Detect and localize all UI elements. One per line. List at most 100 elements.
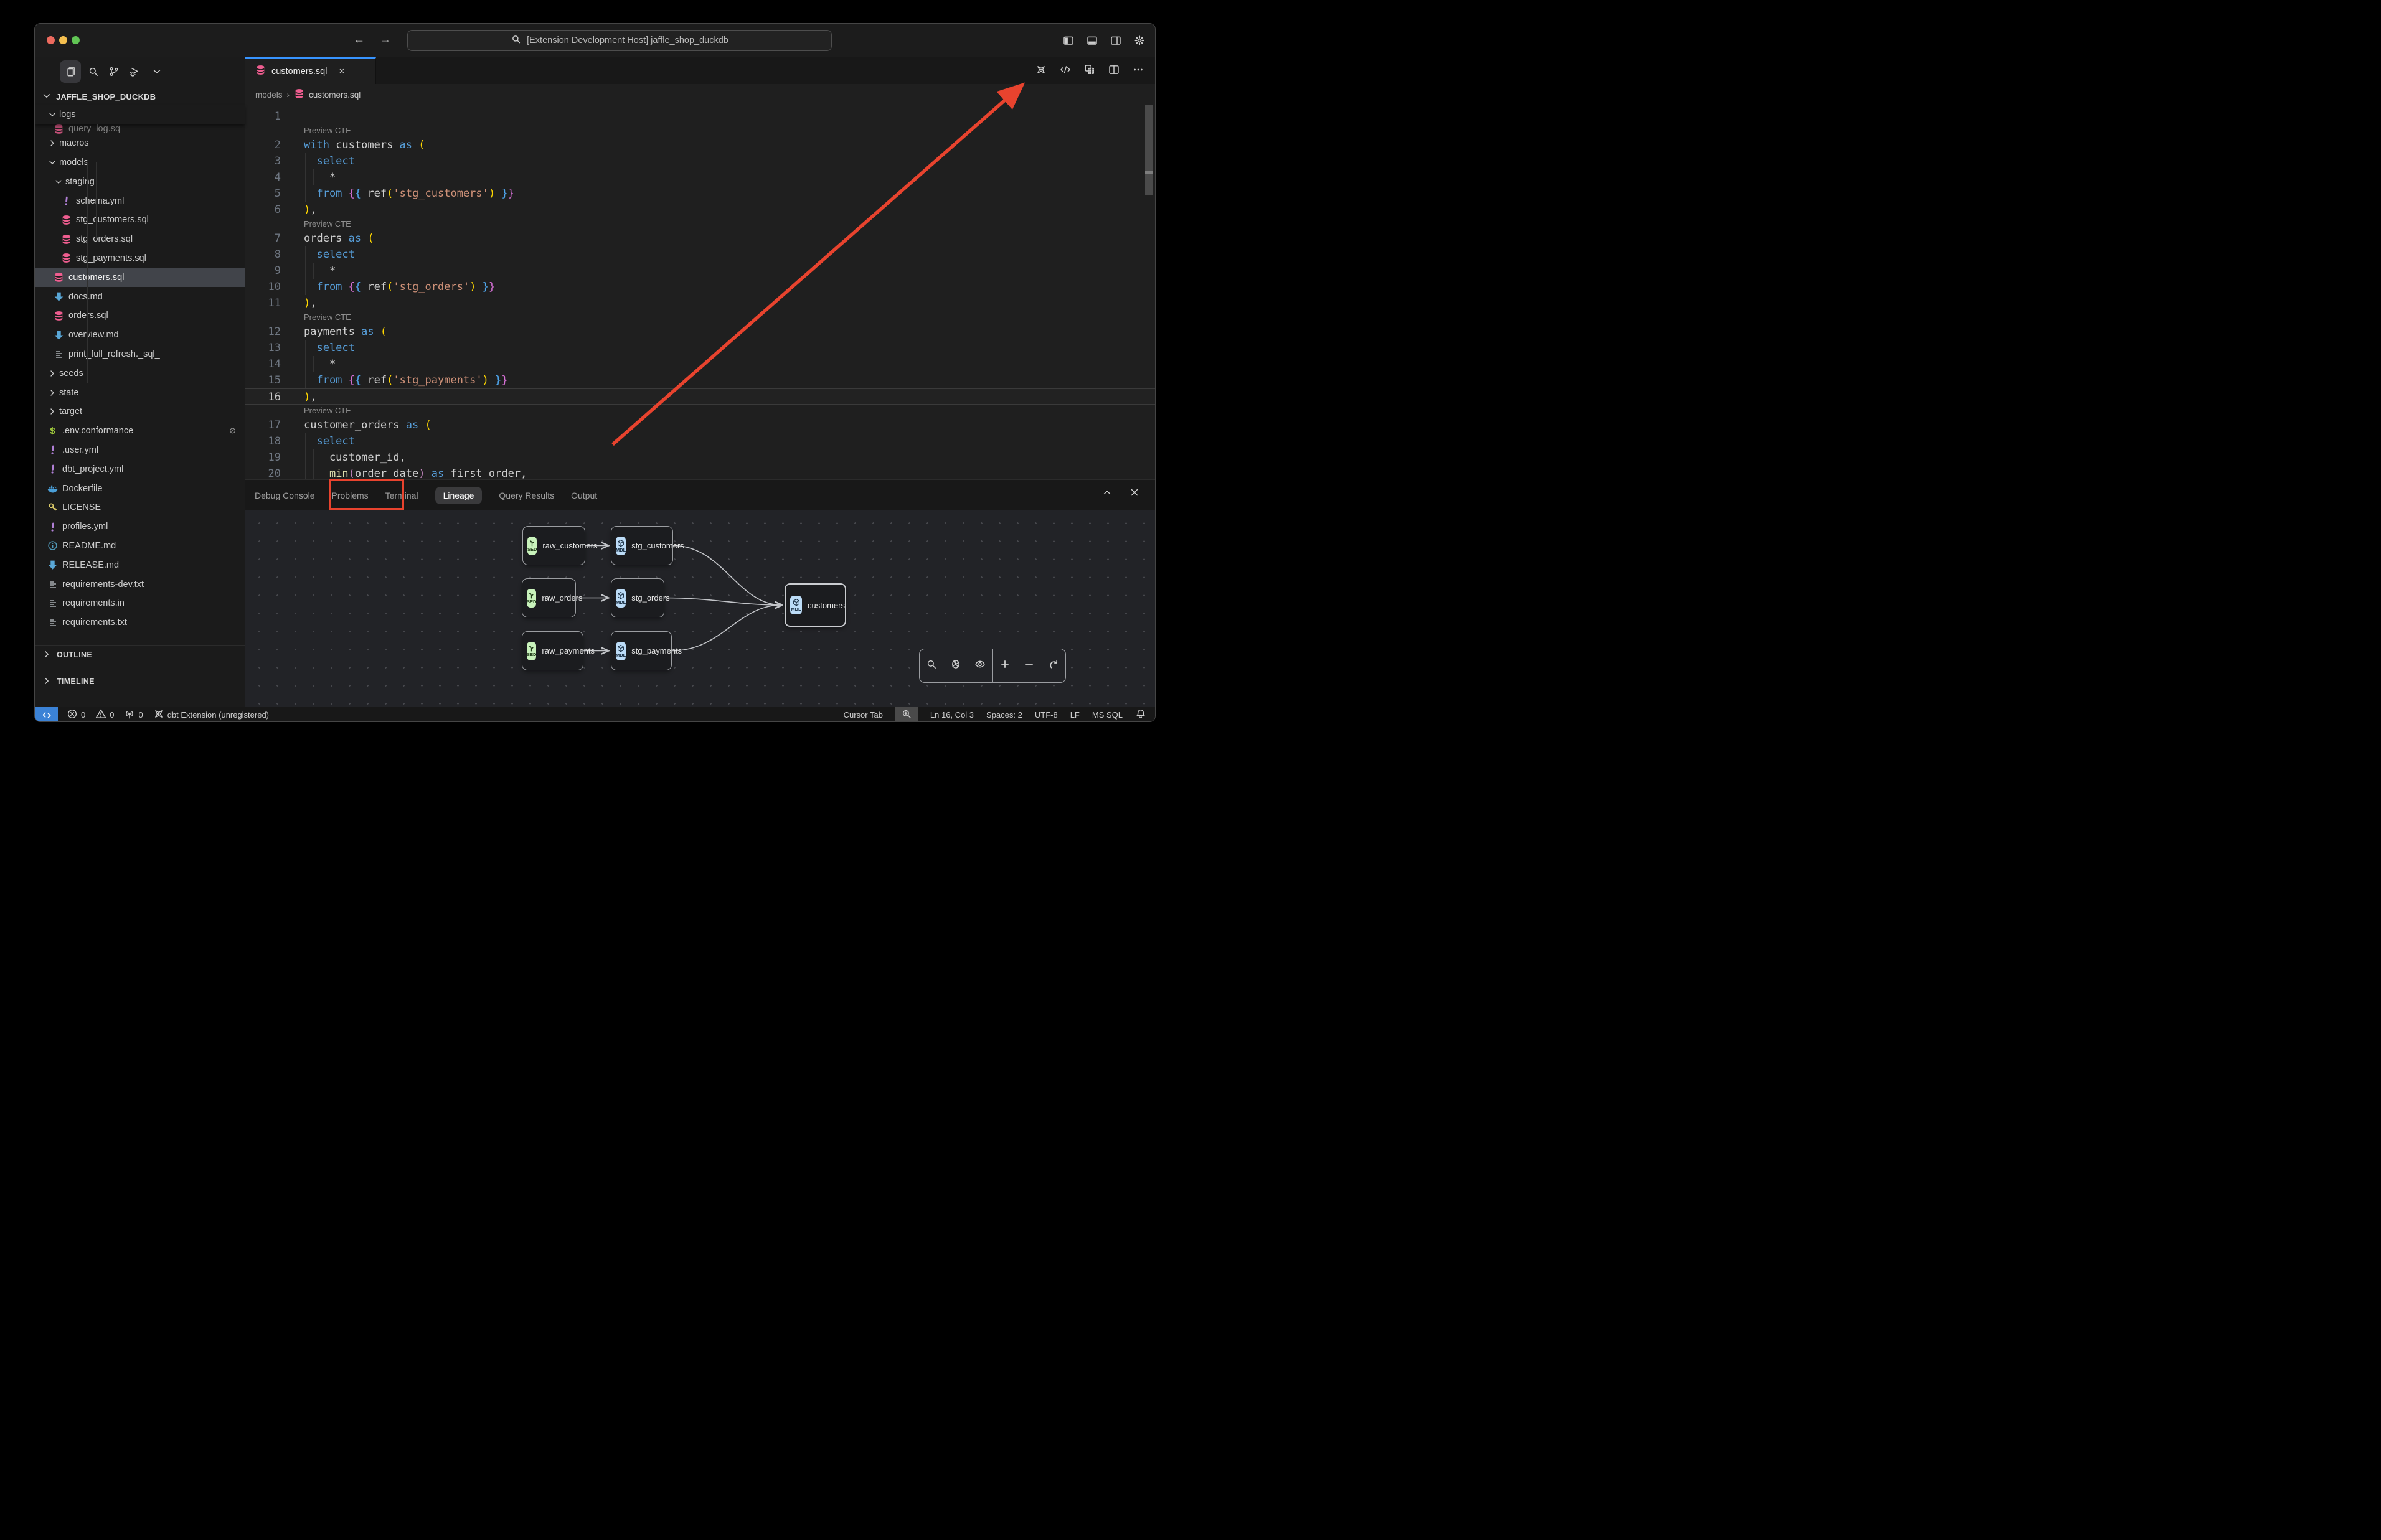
tree-item-license[interactable]: LICENSE bbox=[35, 498, 245, 517]
status-dbt-extension-unregistered-[interactable]: dbt Extension (unregistered) bbox=[153, 708, 269, 721]
lineage-node-customers[interactable]: MDL customers bbox=[785, 583, 846, 627]
tree-item-state[interactable]: state bbox=[35, 383, 245, 402]
breadcrumb-file[interactable]: customers.sql bbox=[309, 90, 361, 100]
lineage-plus-button[interactable] bbox=[999, 659, 1011, 673]
tree-item-dockerfile[interactable]: Dockerfile bbox=[35, 479, 245, 498]
status-ln-16-col-3[interactable]: Ln 16, Col 3 bbox=[930, 710, 974, 720]
layout-sidebar-left-icon[interactable] bbox=[1062, 34, 1075, 47]
minimize-window-button[interactable] bbox=[59, 36, 67, 44]
status-zoom-in[interactable] bbox=[895, 707, 918, 722]
lineage-canvas[interactable]: SED raw_customers MDL stg_customers SED ra… bbox=[245, 510, 1155, 707]
tab-customers-sql[interactable]: customers.sql × bbox=[245, 57, 376, 84]
split-editor-icon[interactable] bbox=[1108, 64, 1120, 78]
lineage-node-raw_customers[interactable]: SED raw_customers bbox=[522, 526, 585, 565]
tree-item-macros[interactable]: macros bbox=[35, 134, 245, 153]
broadcast-icon bbox=[124, 708, 135, 721]
command-center-search[interactable]: [Extension Development Host] jaffle_shop… bbox=[407, 30, 832, 51]
lineage-node-raw_payments[interactable]: SED raw_payments bbox=[522, 631, 583, 670]
gear-icon[interactable] bbox=[1133, 34, 1146, 47]
tree-item-customers-sql[interactable]: customers.sql bbox=[35, 268, 245, 287]
status-ms-sql[interactable]: MS SQL bbox=[1092, 710, 1123, 720]
panel-tab-lineage[interactable]: Lineage bbox=[435, 487, 483, 504]
activity-chevron-down-button[interactable] bbox=[148, 60, 166, 83]
codelens-preview-cte[interactable]: Preview CTE bbox=[245, 124, 1155, 137]
editor-scrollbar[interactable] bbox=[1145, 105, 1153, 195]
ellipsis-icon[interactable] bbox=[1133, 64, 1144, 78]
tree-item-orders-sql[interactable]: orders.sql bbox=[35, 306, 245, 326]
status-bell[interactable] bbox=[1135, 708, 1146, 721]
seed-badge-icon: SED bbox=[527, 537, 537, 555]
remote-indicator[interactable] bbox=[35, 707, 58, 722]
tree-item--env-conformance[interactable]: $.env.conformance⊘ bbox=[35, 421, 245, 441]
codelens-preview-cte[interactable]: Preview CTE bbox=[245, 405, 1155, 417]
lineage-minus-button[interactable] bbox=[1024, 659, 1035, 673]
tree-item--user-yml[interactable]: .user.yml bbox=[35, 441, 245, 460]
status-0[interactable]: 0 bbox=[95, 708, 114, 721]
code-line-11: 11), bbox=[245, 295, 1155, 311]
status-spaces-2[interactable]: Spaces: 2 bbox=[986, 710, 1022, 720]
codelens-preview-cte[interactable]: Preview CTE bbox=[245, 311, 1155, 324]
tree-item-requirements-dev-txt[interactable]: requirements-dev.txt bbox=[35, 575, 245, 594]
tree-item-release-md[interactable]: RELEASE.md bbox=[35, 555, 245, 575]
close-window-button[interactable] bbox=[47, 36, 55, 44]
lineage-node-stg_orders[interactable]: MDL stg_orders bbox=[611, 578, 664, 617]
tree-item-logs[interactable]: logs bbox=[35, 105, 245, 124]
code-icon[interactable] bbox=[1060, 64, 1071, 78]
tree-item-staging[interactable]: staging bbox=[35, 172, 245, 191]
tree-item-schema-yml[interactable]: schema.yml bbox=[35, 191, 245, 210]
lineage-node-stg_payments[interactable]: MDL stg_payments bbox=[611, 631, 672, 670]
status-utf-8[interactable]: UTF-8 bbox=[1035, 710, 1058, 720]
tree-item-profiles-yml[interactable]: profiles.yml bbox=[35, 517, 245, 537]
lineage-refresh-button[interactable] bbox=[1048, 659, 1059, 673]
close-icon[interactable]: × bbox=[339, 66, 344, 77]
tree-item-target[interactable]: target bbox=[35, 402, 245, 421]
tree-item-requirements-txt[interactable]: requirements.txt bbox=[35, 613, 245, 632]
panel-tab-terminal[interactable]: Terminal bbox=[385, 491, 418, 500]
close-icon[interactable] bbox=[1129, 487, 1140, 501]
status-0[interactable]: 0 bbox=[124, 708, 143, 721]
tree-item-query-log-sq[interactable]: query_log.sq bbox=[35, 124, 245, 134]
status-lf[interactable]: LF bbox=[1070, 710, 1080, 720]
lineage-search-button[interactable] bbox=[926, 659, 937, 673]
layout-panel-bottom-icon[interactable] bbox=[1085, 34, 1098, 47]
panel-tab-query-results[interactable]: Query Results bbox=[499, 491, 554, 500]
panel-tab-output[interactable]: Output bbox=[571, 491, 597, 500]
sidebar-section-timeline[interactable]: TIMELINE bbox=[35, 672, 245, 691]
tree-item-stg-payments-sql[interactable]: stg_payments.sql bbox=[35, 249, 245, 268]
lineage-eye-button[interactable] bbox=[974, 659, 986, 673]
panel-tab-problems[interactable]: Problems bbox=[332, 491, 369, 500]
layout-sidebar-right-icon[interactable] bbox=[1109, 34, 1122, 47]
tree-item-stg-orders-sql[interactable]: stg_orders.sql bbox=[35, 230, 245, 249]
back-button[interactable]: ← bbox=[354, 33, 365, 46]
status-cursor-tab[interactable]: Cursor Tab bbox=[844, 710, 883, 720]
tree-item-print-full-refresh-sql-[interactable]: print_full_refresh._sql_ bbox=[35, 345, 245, 364]
tree-item-seeds[interactable]: seeds bbox=[35, 364, 245, 383]
lineage-node-stg_customers[interactable]: MDL stg_customers bbox=[611, 526, 673, 565]
chevron-up-icon[interactable] bbox=[1101, 487, 1113, 501]
activity-search-button[interactable] bbox=[84, 60, 103, 83]
tree-item-docs-md[interactable]: docs.md bbox=[35, 287, 245, 306]
tree-item-overview-md[interactable]: overview.md bbox=[35, 326, 245, 345]
explorer-root-header[interactable]: JAFFLE_SHOP_DUCKDB bbox=[35, 88, 245, 105]
tree-item-requirements-in[interactable]: requirements.in bbox=[35, 594, 245, 613]
tree-item-models[interactable]: models bbox=[35, 153, 245, 172]
activity-files-button[interactable] bbox=[60, 60, 81, 83]
codelens-preview-cte[interactable]: Preview CTE bbox=[245, 218, 1155, 230]
dbt-icon[interactable] bbox=[1035, 64, 1047, 78]
tree-item-stg-customers-sql[interactable]: stg_customers.sql bbox=[35, 210, 245, 230]
copy-table-icon[interactable] bbox=[1084, 64, 1095, 78]
activity-source-control-button[interactable] bbox=[105, 60, 123, 83]
traffic-lights[interactable] bbox=[47, 36, 80, 44]
tree-item-dbt-project-yml[interactable]: dbt_project.yml bbox=[35, 459, 245, 479]
panel-tab-debug-console[interactable]: Debug Console bbox=[255, 491, 315, 500]
status-0[interactable]: 0 bbox=[67, 708, 85, 721]
sidebar-section-outline[interactable]: OUTLINE bbox=[35, 645, 245, 664]
zoom-window-button[interactable] bbox=[72, 36, 80, 44]
tree-item-readme-md[interactable]: README.md bbox=[35, 537, 245, 556]
lineage-node-raw_orders[interactable]: SED raw_orders bbox=[522, 578, 576, 617]
lineage-aperture-button[interactable] bbox=[950, 659, 961, 673]
code-editor[interactable]: 1Preview CTE2with customers as (3 select… bbox=[245, 105, 1155, 479]
breadcrumb-folder[interactable]: models bbox=[255, 90, 283, 100]
activity-debug-button[interactable] bbox=[125, 60, 144, 83]
forward-button[interactable]: → bbox=[380, 33, 391, 46]
